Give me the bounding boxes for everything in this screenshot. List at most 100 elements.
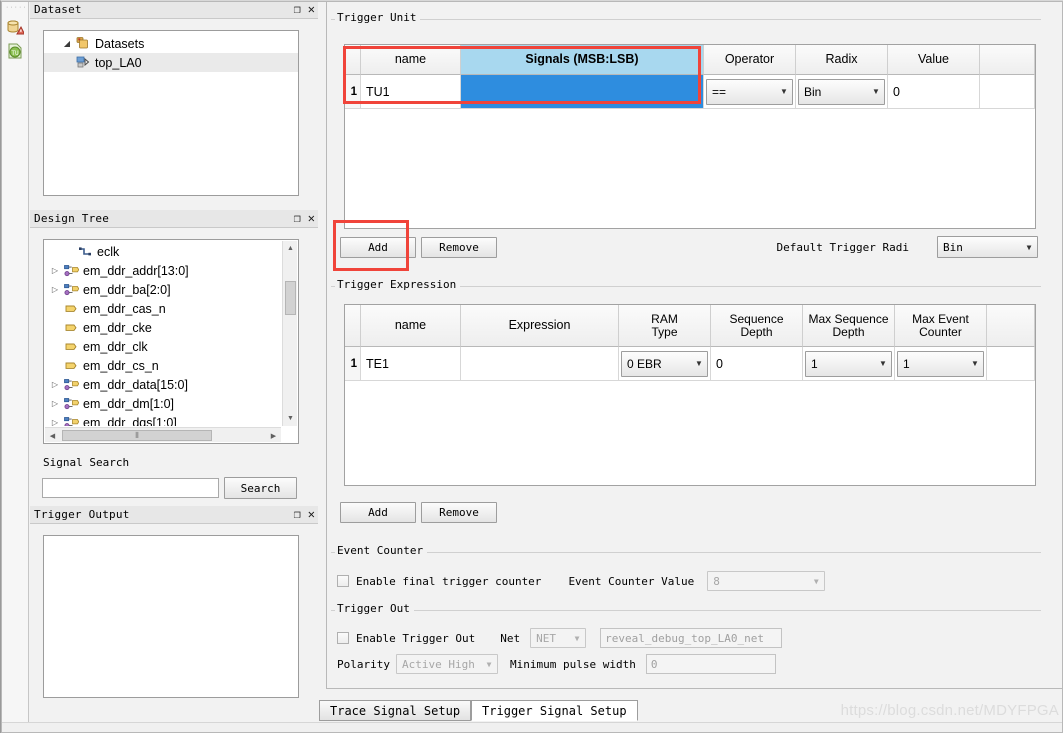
tab-trigger-signal-setup[interactable]: Trigger Signal Setup xyxy=(471,700,638,721)
chevron-down-icon[interactable]: ▼ xyxy=(875,359,891,368)
design-tree-vscrollbar[interactable]: ▲ ▼ xyxy=(282,241,297,426)
trigger-expression-remove-button[interactable]: Remove xyxy=(421,502,497,523)
tree-item-em-ddr-data[interactable]: ▷ em_ddr_data[15:0] xyxy=(46,375,281,394)
tree-item-em-ddr-clk[interactable]: em_ddr_clk xyxy=(46,337,281,356)
cell-signals[interactable] xyxy=(461,75,704,109)
tree-item-em-ddr-dm[interactable]: ▷ em_ddr_dm[1:0] xyxy=(46,394,281,413)
expand-arrow-icon[interactable]: ▷ xyxy=(48,285,62,294)
col-name-header[interactable]: name xyxy=(361,45,461,75)
col-radix-header[interactable]: Radix xyxy=(796,45,888,75)
dataset-tree-container[interactable]: ◢ Datasets top_LA0 xyxy=(43,30,299,196)
chevron-down-icon[interactable]: ▼ xyxy=(1021,243,1037,252)
tree-item-em-ddr-addr[interactable]: ▷ em_ddr_addr[13:0] xyxy=(46,261,281,280)
close-icon[interactable]: ✕ xyxy=(308,211,315,225)
datasets-folder-icon xyxy=(74,36,92,51)
expand-arrow-icon[interactable]: ▷ xyxy=(48,380,62,389)
cell-radix[interactable]: Bin ▼ xyxy=(796,75,888,109)
trigger-unit-table-empty-area[interactable] xyxy=(345,109,1035,227)
trigger-output-textarea[interactable] xyxy=(43,535,299,698)
cell-ram-type[interactable]: 0 EBR ▼ xyxy=(619,347,711,381)
search-button-label: Search xyxy=(240,481,281,495)
cell-operator[interactable]: == ▼ xyxy=(704,75,796,109)
tab-trace-signal-setup[interactable]: Trace Signal Setup xyxy=(319,700,472,721)
tree-item-em-ddr-cs-n[interactable]: em_ddr_cs_n xyxy=(46,356,281,375)
chevron-down-icon[interactable]: ▼ xyxy=(776,87,792,96)
close-icon[interactable]: ✕ xyxy=(308,2,315,16)
signal-search-input[interactable] xyxy=(42,478,219,498)
tree-item-top-la0[interactable]: top_LA0 xyxy=(44,53,298,72)
cell-expression[interactable] xyxy=(461,347,619,381)
ram-type-combo[interactable]: 0 EBR ▼ xyxy=(621,350,708,377)
max-event-counter-combo[interactable]: 1 ▼ xyxy=(897,350,984,377)
chevron-down-icon[interactable]: ▼ xyxy=(691,359,707,368)
enable-trigger-out-checkbox[interactable] xyxy=(337,632,349,644)
cell-max-sequence-depth[interactable]: 1 ▼ xyxy=(803,347,895,381)
tree-item-em-ddr-cke[interactable]: em_ddr_cke xyxy=(46,318,281,337)
vscroll-thumb[interactable] xyxy=(285,281,296,315)
search-button[interactable]: Search xyxy=(224,477,297,499)
max-sequence-depth-combo[interactable]: 1 ▼ xyxy=(805,350,892,377)
cell-value[interactable]: 0 xyxy=(888,75,980,109)
close-icon[interactable]: ✕ xyxy=(308,507,315,521)
design-tree-container[interactable]: eclk ▷ em_ddr_addr[13:0] ▷ em_ddr_ba[2:0… xyxy=(43,239,299,444)
tree-item-eclk[interactable]: eclk xyxy=(46,242,281,261)
default-trigger-radix-combo[interactable]: Bin ▼ xyxy=(937,236,1038,258)
chevron-down-icon[interactable]: ▼ xyxy=(481,660,497,669)
trigger-expression-table[interactable]: name Expression RAM Type Sequence Depth … xyxy=(344,304,1036,486)
trigger-expression-add-button[interactable]: Add xyxy=(340,502,416,523)
rail-grip-dots: ····· xyxy=(6,4,28,11)
tree-item-datasets[interactable]: ◢ Datasets xyxy=(44,34,298,53)
col-max-event-counter-header[interactable]: Max Event Counter xyxy=(895,305,987,347)
restore-icon[interactable]: ❐ xyxy=(294,2,301,16)
tree-item-em-ddr-ba[interactable]: ▷ em_ddr_ba[2:0] xyxy=(46,280,281,299)
expand-arrow-icon[interactable]: ▷ xyxy=(48,399,62,408)
restore-icon[interactable]: ❐ xyxy=(294,211,301,225)
table-row[interactable]: 1 TE1 0 EBR ▼ 0 1 ▼ 1 ▼ xyxy=(345,347,1035,381)
scroll-down-icon[interactable]: ▼ xyxy=(283,411,298,426)
col-signals-header[interactable]: Signals (MSB:LSB) xyxy=(461,45,704,75)
tree-item-em-ddr-cas-n[interactable]: em_ddr_cas_n xyxy=(46,299,281,318)
net-combo[interactable]: NET ▼ xyxy=(530,628,587,648)
scroll-left-icon[interactable]: ◀ xyxy=(45,428,60,443)
trigger-unit-table[interactable]: name Signals (MSB:LSB) Operator Radix Va… xyxy=(344,44,1036,229)
col-ram-type-header[interactable]: RAM Type xyxy=(619,305,711,347)
event-counter-value-combo[interactable]: 8 ▼ xyxy=(707,571,826,591)
col-operator-header[interactable]: Operator xyxy=(704,45,796,75)
polarity-combo[interactable]: Active High ▼ xyxy=(395,654,498,674)
cell-name[interactable]: TU1 xyxy=(361,75,461,109)
expand-arrow-icon[interactable]: ▷ xyxy=(48,266,62,275)
chevron-down-icon[interactable]: ▼ xyxy=(868,87,884,96)
scroll-up-icon[interactable]: ▲ xyxy=(283,241,298,256)
dataset-panel-body: ◢ Datasets top_LA0 xyxy=(30,19,318,209)
chevron-down-icon[interactable]: ▼ xyxy=(569,634,585,643)
trigger-unit-remove-button[interactable]: Remove xyxy=(421,237,497,258)
cell-max-event-counter[interactable]: 1 ▼ xyxy=(895,347,987,381)
col-expression-header[interactable]: Expression xyxy=(461,305,619,347)
table-row[interactable]: 1 TU1 == ▼ Bin ▼ 0 xyxy=(345,75,1035,109)
chevron-down-icon[interactable]: ◢ xyxy=(60,39,74,48)
col-max-sequence-depth-header[interactable]: Max Sequence Depth xyxy=(803,305,895,347)
cell-sequence-depth[interactable]: 0 xyxy=(711,347,803,381)
net-name-input[interactable]: reveal_debug_top_LA0_net xyxy=(600,628,783,648)
col-sequence-depth-header[interactable]: Sequence Depth xyxy=(711,305,803,347)
cell-name[interactable]: TE1 xyxy=(361,347,461,381)
vertical-splitter[interactable] xyxy=(318,1,326,733)
chevron-down-icon[interactable]: ▼ xyxy=(967,359,983,368)
hscroll-thumb[interactable]: ⦀ xyxy=(62,430,212,441)
trigger-rail-icon[interactable]: TU xyxy=(6,42,24,60)
scroll-right-icon[interactable]: ▶ xyxy=(266,428,281,443)
col-value-header[interactable]: Value xyxy=(888,45,980,75)
restore-icon[interactable]: ❐ xyxy=(294,507,301,521)
trigger-unit-add-button[interactable]: Add xyxy=(340,237,416,258)
col-name-header[interactable]: name xyxy=(361,305,461,347)
tree-item-em-ddr-dqs[interactable]: ▷ em_ddr_dqs[1:0] xyxy=(46,413,281,426)
enable-final-trigger-counter-checkbox[interactable] xyxy=(337,575,349,587)
design-tree-hscrollbar[interactable]: ◀ ⦀ ▶ xyxy=(45,427,281,442)
dataset-rail-icon[interactable] xyxy=(6,18,24,36)
radix-combo[interactable]: Bin ▼ xyxy=(798,78,885,105)
trigger-expression-table-empty-area[interactable] xyxy=(345,381,1035,484)
expand-arrow-icon[interactable]: ▷ xyxy=(48,418,62,426)
minimum-pulse-width-input[interactable]: 0 xyxy=(645,654,776,674)
chevron-down-icon[interactable]: ▼ xyxy=(808,577,824,586)
operator-combo[interactable]: == ▼ xyxy=(706,78,793,105)
